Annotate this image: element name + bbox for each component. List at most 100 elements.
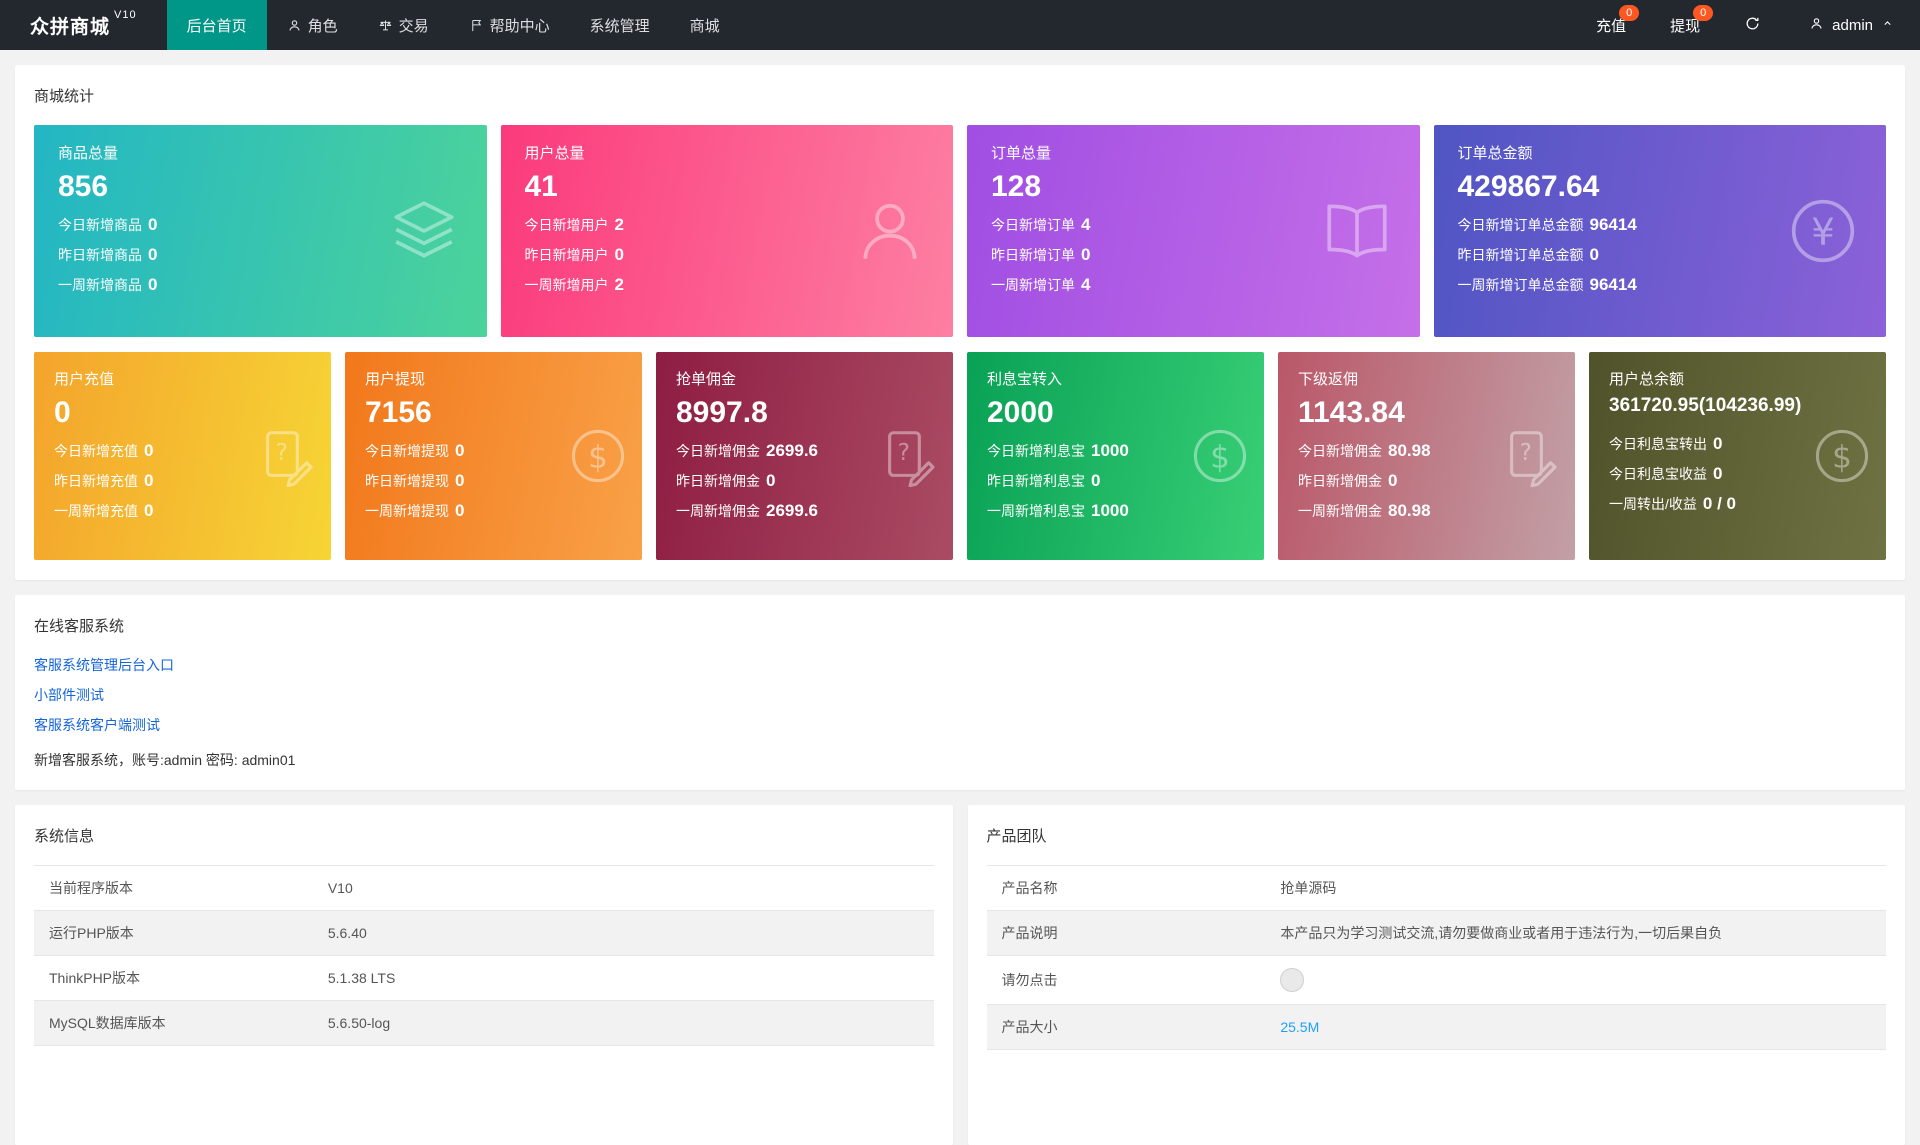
doc-question-icon: ?	[1500, 425, 1562, 487]
refresh-button[interactable]	[1722, 0, 1783, 50]
nav-item-system[interactable]: 系统管理	[570, 0, 670, 50]
row-label: 请勿点击	[987, 956, 1266, 1005]
stats-row-1: 商品总量 856 今日新增商品0 昨日新增商品0 一周新增商品0 用户总量 41…	[34, 125, 1886, 337]
stat-line-num: 2699.6	[766, 501, 818, 521]
dollar-icon: $	[1189, 425, 1251, 487]
table-row: 运行PHP版本 5.6.40	[34, 911, 934, 956]
row-label: 产品名称	[987, 866, 1266, 911]
stat-line-label: 昨日新增商品	[58, 245, 142, 265]
stat-card-orders: 订单总量 128 今日新增订单4 昨日新增订单0 一周新增订单4	[967, 125, 1420, 337]
nav-item-label: 帮助中心	[490, 15, 550, 36]
withdraw-button[interactable]: 提现 0	[1648, 0, 1722, 50]
stat-card-order-amount: 订单总金额 429867.64 今日新增订单总金额96414 昨日新增订单总金额…	[1434, 125, 1887, 337]
row-value: 5.1.38 LTS	[313, 956, 934, 1001]
service-panel: 在线客服系统 客服系统管理后台入口 小部件测试 客服系统客户端测试 新增客服系统…	[15, 595, 1905, 790]
svg-text:$: $	[1210, 440, 1230, 476]
recharge-badge: 0	[1619, 5, 1639, 21]
nav-item-label: 交易	[399, 15, 429, 36]
svg-text:¥: ¥	[1811, 211, 1835, 254]
stat-line-num: 1000	[1091, 441, 1129, 461]
stat-line-num: 0	[144, 501, 153, 521]
service-links: 客服系统管理后台入口 小部件测试 客服系统客户端测试	[34, 655, 1886, 735]
stat-line-num: 96414	[1590, 275, 1637, 295]
stat-line-label: 一周新增订单总金额	[1458, 275, 1584, 295]
stat-line-label: 今日新增用户	[525, 215, 609, 235]
do-not-click-icon[interactable]	[1280, 968, 1304, 992]
stat-value: 361720.95(104236.99)	[1609, 396, 1866, 417]
recharge-button[interactable]: 充值 0	[1574, 0, 1648, 50]
stat-title: 商品总量	[58, 142, 463, 163]
svg-text:$: $	[588, 440, 608, 476]
stat-line-label: 昨日新增佣金	[1298, 471, 1382, 491]
service-admin-entry-link[interactable]: 客服系统管理后台入口	[34, 655, 1886, 675]
stat-line-label: 今日新增佣金	[676, 441, 760, 461]
flag-icon	[469, 18, 484, 33]
system-info-table: 当前程序版本 V10 运行PHP版本 5.6.40 ThinkPHP版本 5.1…	[34, 865, 934, 1046]
stat-line-label: 今日新增佣金	[1298, 441, 1382, 461]
system-info-panel: 系统信息 当前程序版本 V10 运行PHP版本 5.6.40 ThinkPHP版…	[15, 805, 953, 1145]
row-label: 运行PHP版本	[34, 911, 313, 956]
nav-item-mall[interactable]: 商城	[670, 0, 740, 50]
stat-line-label: 昨日新增充值	[54, 471, 138, 491]
dollar-icon: $	[567, 425, 629, 487]
table-row: 当前程序版本 V10	[34, 866, 934, 911]
stat-line-num: 0	[615, 245, 624, 265]
stat-line-num: 1000	[1091, 501, 1129, 521]
stat-line-label: 今日新增提现	[365, 441, 449, 461]
stat-line-label: 昨日新增利息宝	[987, 471, 1085, 491]
svg-text:$: $	[1832, 440, 1852, 476]
stat-card-user-withdraw: 用户提现 7156 今日新增提现0 昨日新增提现0 一周新增提现0 $	[345, 352, 642, 560]
username: admin	[1832, 17, 1873, 34]
stat-line-num: 4	[1081, 215, 1090, 235]
bottom-section: 系统信息 当前程序版本 V10 运行PHP版本 5.6.40 ThinkPHP版…	[15, 805, 1905, 1145]
withdraw-badge: 0	[1693, 5, 1713, 21]
stat-line-label: 一周转出/收益	[1609, 494, 1697, 514]
stat-card-interest-in: 利息宝转入 2000 今日新增利息宝1000 昨日新增利息宝0 一周新增利息宝1…	[967, 352, 1264, 560]
widget-test-link[interactable]: 小部件测试	[34, 685, 1886, 705]
svg-text:?: ?	[276, 439, 288, 466]
navbar-right: 充值 0 提现 0 admin	[1574, 0, 1920, 50]
nav-item-dashboard[interactable]: 后台首页	[167, 0, 267, 50]
stat-line-label: 一周新增订单	[991, 275, 1075, 295]
row-label: 产品说明	[987, 911, 1266, 956]
stat-line-label: 一周新增用户	[525, 275, 609, 295]
stat-card-products: 商品总量 856 今日新增商品0 昨日新增商品0 一周新增商品0	[34, 125, 487, 337]
stat-title: 用户提现	[365, 368, 622, 389]
table-row: ThinkPHP版本 5.1.38 LTS	[34, 956, 934, 1001]
stat-line-label: 昨日新增订单总金额	[1458, 245, 1584, 265]
row-value: 抢单源码	[1265, 866, 1886, 911]
row-value: V10	[313, 866, 934, 911]
main-nav: 后台首页 角色 交易 帮助中心 系统管理 商城	[167, 0, 740, 50]
nav-item-help-center[interactable]: 帮助中心	[449, 0, 570, 50]
stat-line-label: 今日新增利息宝	[987, 441, 1085, 461]
stat-line-num: 0	[1590, 245, 1599, 265]
refresh-icon	[1744, 15, 1761, 36]
user-icon	[853, 194, 927, 268]
table-row: 产品大小 25.5M	[987, 1005, 1887, 1050]
stat-line-label: 昨日新增用户	[525, 245, 609, 265]
stat-line-num: 96414	[1590, 215, 1637, 235]
layers-icon	[387, 194, 461, 268]
service-client-test-link[interactable]: 客服系统客户端测试	[34, 715, 1886, 735]
product-size-link[interactable]: 25.5M	[1280, 1019, 1319, 1035]
stat-title: 用户总余额	[1609, 368, 1866, 389]
chevron-up-icon	[1881, 17, 1894, 34]
doc-question-icon: ?	[878, 425, 940, 487]
nav-item-trade[interactable]: 交易	[358, 0, 449, 50]
stat-line-label: 今日新增订单总金额	[1458, 215, 1584, 235]
user-menu[interactable]: admin	[1783, 0, 1920, 50]
row-value: 5.6.50-log	[313, 1001, 934, 1046]
stat-title: 订单总量	[991, 142, 1396, 163]
stat-line-label: 今日利息宝转出	[1609, 434, 1707, 454]
stat-title: 用户总量	[525, 142, 930, 163]
nav-item-roles[interactable]: 角色	[267, 0, 358, 50]
nav-item-label: 商城	[690, 15, 720, 36]
stat-card-sub-commission: 下级返佣 1143.84 今日新增佣金80.98 昨日新增佣金0 一周新增佣金8…	[1278, 352, 1575, 560]
stat-card-grab-commission: 抢单佣金 8997.8 今日新增佣金2699.6 昨日新增佣金0 一周新增佣金2…	[656, 352, 953, 560]
stat-line-num: 0	[1713, 464, 1722, 484]
stats-row-2: 用户充值 0 今日新增充值0 昨日新增充值0 一周新增充值0 ? 用户提现 71…	[34, 352, 1886, 560]
service-note: 新增客服系统，账号:admin 密码: admin01	[34, 750, 1886, 770]
stat-title: 下级返佣	[1298, 368, 1555, 389]
nav-item-label: 角色	[308, 15, 338, 36]
brand-logo[interactable]: 众拼商城 V10	[0, 0, 167, 50]
